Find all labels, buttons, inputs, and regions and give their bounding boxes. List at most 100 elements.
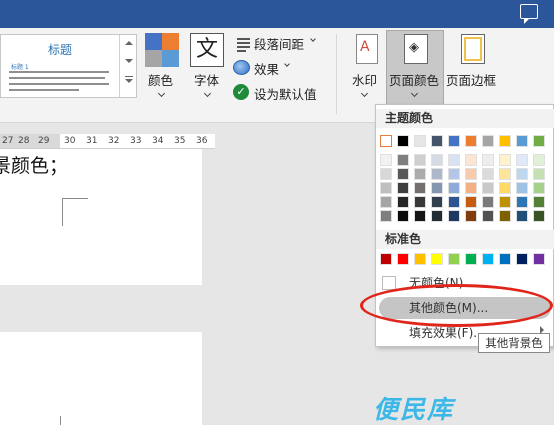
theme-color-swatch[interactable] [482,135,494,147]
colors-button-label[interactable]: 颜色 [148,70,173,89]
chevron-down-icon[interactable] [360,89,369,98]
gallery-scroll[interactable] [119,35,137,97]
theme-color-swatch[interactable] [465,135,477,147]
theme-shade-swatch[interactable] [533,182,545,194]
set-default-label[interactable]: 设为默认值 [254,84,317,103]
theme-shade-swatch[interactable] [431,168,443,180]
watermark-label[interactable]: 水印 [352,70,377,89]
comment-icon[interactable] [520,4,538,24]
standard-color-swatch[interactable] [380,253,392,265]
page-color-icon[interactable]: ◈ [404,34,428,64]
theme-shade-swatch[interactable] [380,182,392,194]
theme-color-swatch[interactable] [533,135,545,147]
theme-fonts-icon[interactable]: 文 [190,33,224,67]
page-color-label[interactable]: 页面颜色 [389,70,439,89]
checkmark-icon[interactable]: ✓ [233,84,249,100]
chevron-down-icon[interactable] [310,36,316,42]
theme-colors-icon[interactable] [145,33,179,67]
theme-shade-swatch[interactable] [533,154,545,166]
theme-shade-swatch[interactable] [414,182,426,194]
theme-shade-swatch[interactable] [499,168,511,180]
standard-color-swatch[interactable] [482,253,494,265]
scroll-up-icon[interactable] [125,41,133,45]
theme-shade-swatch[interactable] [465,168,477,180]
theme-shade-swatch[interactable] [516,168,528,180]
theme-shade-swatch[interactable] [516,196,528,208]
horizontal-ruler[interactable]: 27 28 29 30 31 32 33 34 35 36 [0,134,215,149]
theme-shade-swatch[interactable] [448,168,460,180]
theme-color-swatch[interactable] [516,135,528,147]
style-set-thumbnail[interactable]: 标题 标题 1 [1,37,119,95]
theme-shade-swatch[interactable] [414,154,426,166]
theme-color-swatch[interactable] [448,135,460,147]
paragraph-spacing-label[interactable]: 段落间距 [254,34,304,53]
theme-shade-swatch[interactable] [499,196,511,208]
theme-shade-swatch[interactable] [516,182,528,194]
theme-shade-swatch[interactable] [516,210,528,222]
document-page[interactable] [0,332,202,425]
fonts-button-label[interactable]: 字体 [194,70,219,89]
theme-shade-swatch[interactable] [431,196,443,208]
theme-color-swatch[interactable] [499,135,511,147]
theme-shade-swatch[interactable] [448,210,460,222]
theme-shade-swatch[interactable] [482,168,494,180]
theme-shade-swatch[interactable] [465,154,477,166]
theme-shade-swatch[interactable] [380,154,392,166]
theme-shade-swatch[interactable] [499,182,511,194]
theme-shade-swatch[interactable] [465,196,477,208]
theme-shade-swatch[interactable] [380,196,392,208]
scroll-down-icon[interactable] [125,59,133,63]
standard-color-swatch[interactable] [465,253,477,265]
chevron-down-icon[interactable] [157,89,166,98]
standard-color-swatch[interactable] [499,253,511,265]
standard-color-swatch[interactable] [431,253,443,265]
theme-shade-swatch[interactable] [499,210,511,222]
page-borders-icon[interactable] [461,34,485,64]
theme-shade-swatch[interactable] [533,210,545,222]
chevron-down-icon[interactable] [203,89,212,98]
theme-color-swatch[interactable] [431,135,443,147]
gallery-more-icon[interactable] [125,79,133,83]
theme-shade-swatch[interactable] [482,154,494,166]
theme-shade-swatch[interactable] [465,210,477,222]
paragraph-spacing-icon[interactable] [234,37,250,52]
standard-color-swatch[interactable] [397,253,409,265]
theme-shade-swatch[interactable] [431,154,443,166]
standard-color-swatch[interactable] [533,253,545,265]
chevron-down-icon[interactable] [284,61,290,67]
theme-shade-swatch[interactable] [414,196,426,208]
theme-shade-swatch[interactable] [516,154,528,166]
theme-shade-swatch[interactable] [414,210,426,222]
effects-label[interactable]: 效果 [254,59,279,78]
theme-shade-swatch[interactable] [533,168,545,180]
theme-shade-swatch[interactable] [431,182,443,194]
theme-shade-swatch[interactable] [499,154,511,166]
theme-color-swatch[interactable] [414,135,426,147]
theme-shade-swatch[interactable] [533,196,545,208]
theme-shade-swatch[interactable] [397,168,409,180]
theme-color-swatch[interactable] [397,135,409,147]
theme-shade-swatch[interactable] [397,210,409,222]
theme-color-swatch[interactable] [380,135,392,147]
theme-shade-swatch[interactable] [414,168,426,180]
theme-shade-swatch[interactable] [482,196,494,208]
theme-shade-swatch[interactable] [482,182,494,194]
theme-shade-swatch[interactable] [448,196,460,208]
theme-shade-swatch[interactable] [482,210,494,222]
theme-shade-swatch[interactable] [397,196,409,208]
document-page[interactable]: 景颜色； [0,149,202,285]
watermark-icon[interactable]: A [356,34,378,64]
effects-icon[interactable] [233,60,250,75]
theme-shade-swatch[interactable] [448,182,460,194]
style-set-gallery[interactable]: 标题 标题 1 [0,34,137,98]
theme-shade-swatch[interactable] [397,182,409,194]
theme-shade-swatch[interactable] [465,182,477,194]
theme-shade-swatch[interactable] [380,168,392,180]
standard-color-swatch[interactable] [448,253,460,265]
theme-shade-swatch[interactable] [397,154,409,166]
standard-color-swatch[interactable] [516,253,528,265]
theme-shade-swatch[interactable] [448,154,460,166]
page-borders-label[interactable]: 页面边框 [446,70,496,89]
theme-shade-swatch[interactable] [431,210,443,222]
standard-color-swatch[interactable] [414,253,426,265]
